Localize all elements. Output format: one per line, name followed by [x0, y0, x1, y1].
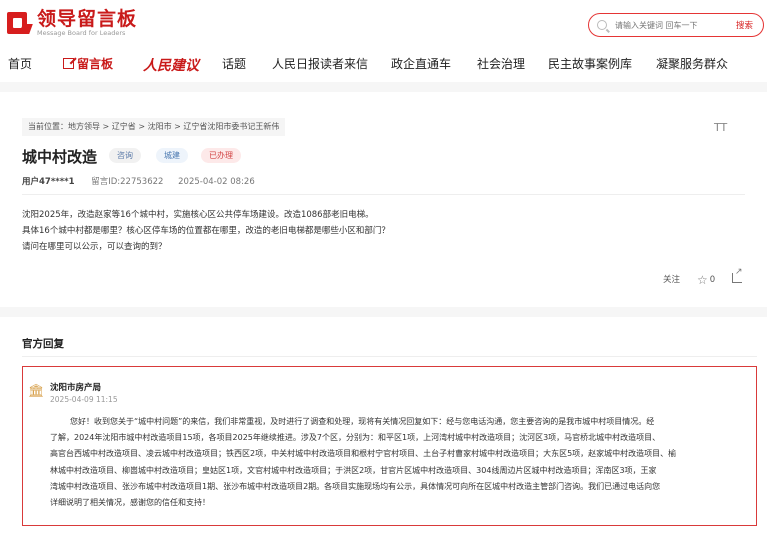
message-id: 留言ID:22753622	[91, 177, 164, 187]
breadcrumb[interactable]: 当前位置：地方领导 > 辽宁省 > 沈阳市 > 辽宁省沈阳市委书记王新伟	[22, 118, 286, 136]
share-button[interactable]	[732, 267, 743, 286]
content-line: 请问在哪里可以公示，可以查询的到？	[22, 242, 167, 252]
like-count: 0	[709, 275, 716, 285]
search-input[interactable]	[615, 20, 715, 30]
nav-social-governance[interactable]: 社会治理	[477, 55, 525, 72]
reply-content: 您好！收到您关于“城中村问题”的来信，我们非常重视，及时进行了调查和处理，现将有…	[50, 414, 750, 511]
follow-button[interactable]: 关注	[663, 273, 680, 285]
logo-icon	[7, 10, 33, 36]
reply-line: 您好！收到您关于“城中村问题”的来信，我们非常重视，及时进行了调查和处理，现将有…	[70, 417, 655, 426]
nav-democracy-cases[interactable]: 民主故事案例库	[548, 55, 632, 72]
official-reply: 🏛 沈阳市房产局 2025-04-09 11:15 您好！收到您关于“城中村问题…	[22, 366, 757, 526]
reply-org: 沈阳市房产局	[50, 383, 102, 393]
message-content: 沈阳2025年，改造赵家等16个城中村，实施核心区公共停车场建设。改造1086部…	[22, 207, 742, 255]
message-user: 用户47****1	[22, 177, 75, 187]
tag-consult: 咨询	[109, 148, 141, 163]
nav-people-suggestion-label: 人民建议	[143, 58, 199, 74]
site-logo[interactable]: 领导留言板 Message Board for Leaders	[7, 9, 137, 37]
nav-serve-masses[interactable]: 凝聚服务群众	[656, 55, 728, 72]
reply-section-title: 官方回复	[22, 338, 64, 350]
nav-home[interactable]: 首页	[8, 55, 32, 72]
share-icon	[732, 267, 743, 283]
content-line: 具体16个城中村都是哪里？核心区停车场的位置都在哪里，改造的老旧电梯都是哪些小区…	[22, 226, 390, 236]
message-meta: 用户47****1 留言ID:22753622 2025-04-02 08:26	[22, 175, 255, 187]
search-icon	[597, 20, 607, 30]
search-box: 搜索	[588, 13, 764, 37]
main-nav: 首页 留言板 人民建议 话题 人民日报读者来信 政企直通车 社会治理 民主故事案…	[0, 50, 767, 80]
nav-topics[interactable]: 话题	[222, 55, 246, 72]
reply-line: 湾城中村改造项目、张沙布城中村改造项目1期、张沙布城中村改造项目2期。各项目实施…	[50, 481, 661, 491]
logo-title: 领导留言板	[37, 8, 138, 30]
logo-subtitle: Message Board for Leaders	[37, 29, 126, 37]
tag-urban: 城建	[156, 148, 188, 163]
star-icon: ☆	[697, 273, 708, 287]
section-gap	[0, 307, 767, 317]
reply-line: 高官台西城中村改造项目、凌云城中村改造项目；铁西区2项，中关村城中村改造项目和根…	[50, 449, 677, 459]
government-building-icon: 🏛	[28, 384, 45, 399]
reply-line: 了解，2024年沈阳市城中村改造项目15项，各项目2025年继续推进。涉及7个区…	[50, 433, 661, 443]
reply-line: 林城中村改造项目、柳崮城中村改造项目；皇姑区1项，文官村城中村改造项目；于洪区2…	[50, 465, 657, 475]
reply-date: 2025-04-09 11:15	[50, 395, 118, 404]
content-line: 沈阳2025年，改造赵家等16个城中村，实施核心区公共停车场建设。改造1086部…	[22, 210, 374, 220]
font-size-icon[interactable]: TT	[714, 121, 727, 134]
reply-line: 详细说明了相关情况，感谢您的信任和支持！	[50, 498, 210, 508]
message-card: 当前位置：地方领导 > 辽宁省 > 沈阳市 > 辽宁省沈阳市委书记王新伟 TT …	[0, 96, 767, 302]
divider	[22, 194, 745, 195]
nav-people-suggestion[interactable]: 人民建议	[143, 55, 199, 75]
nav-divider	[0, 82, 767, 92]
top-header: 领导留言板 Message Board for Leaders 搜索	[0, 0, 767, 46]
like-button[interactable]: ☆ 0	[697, 273, 715, 287]
nav-gov-enterprise[interactable]: 政企直通车	[391, 55, 451, 72]
status-badge: 已办理	[201, 148, 241, 163]
search-button[interactable]: 搜索	[736, 19, 753, 31]
divider	[22, 356, 757, 357]
message-title: 城中村改造	[22, 148, 98, 166]
edit-icon	[63, 58, 74, 69]
nav-reader-letters[interactable]: 人民日报读者来信	[272, 55, 368, 72]
nav-message-board-label: 留言板	[77, 57, 114, 71]
message-datetime: 2025-04-02 08:26	[178, 177, 255, 187]
nav-message-board[interactable]: 留言板	[63, 55, 113, 72]
